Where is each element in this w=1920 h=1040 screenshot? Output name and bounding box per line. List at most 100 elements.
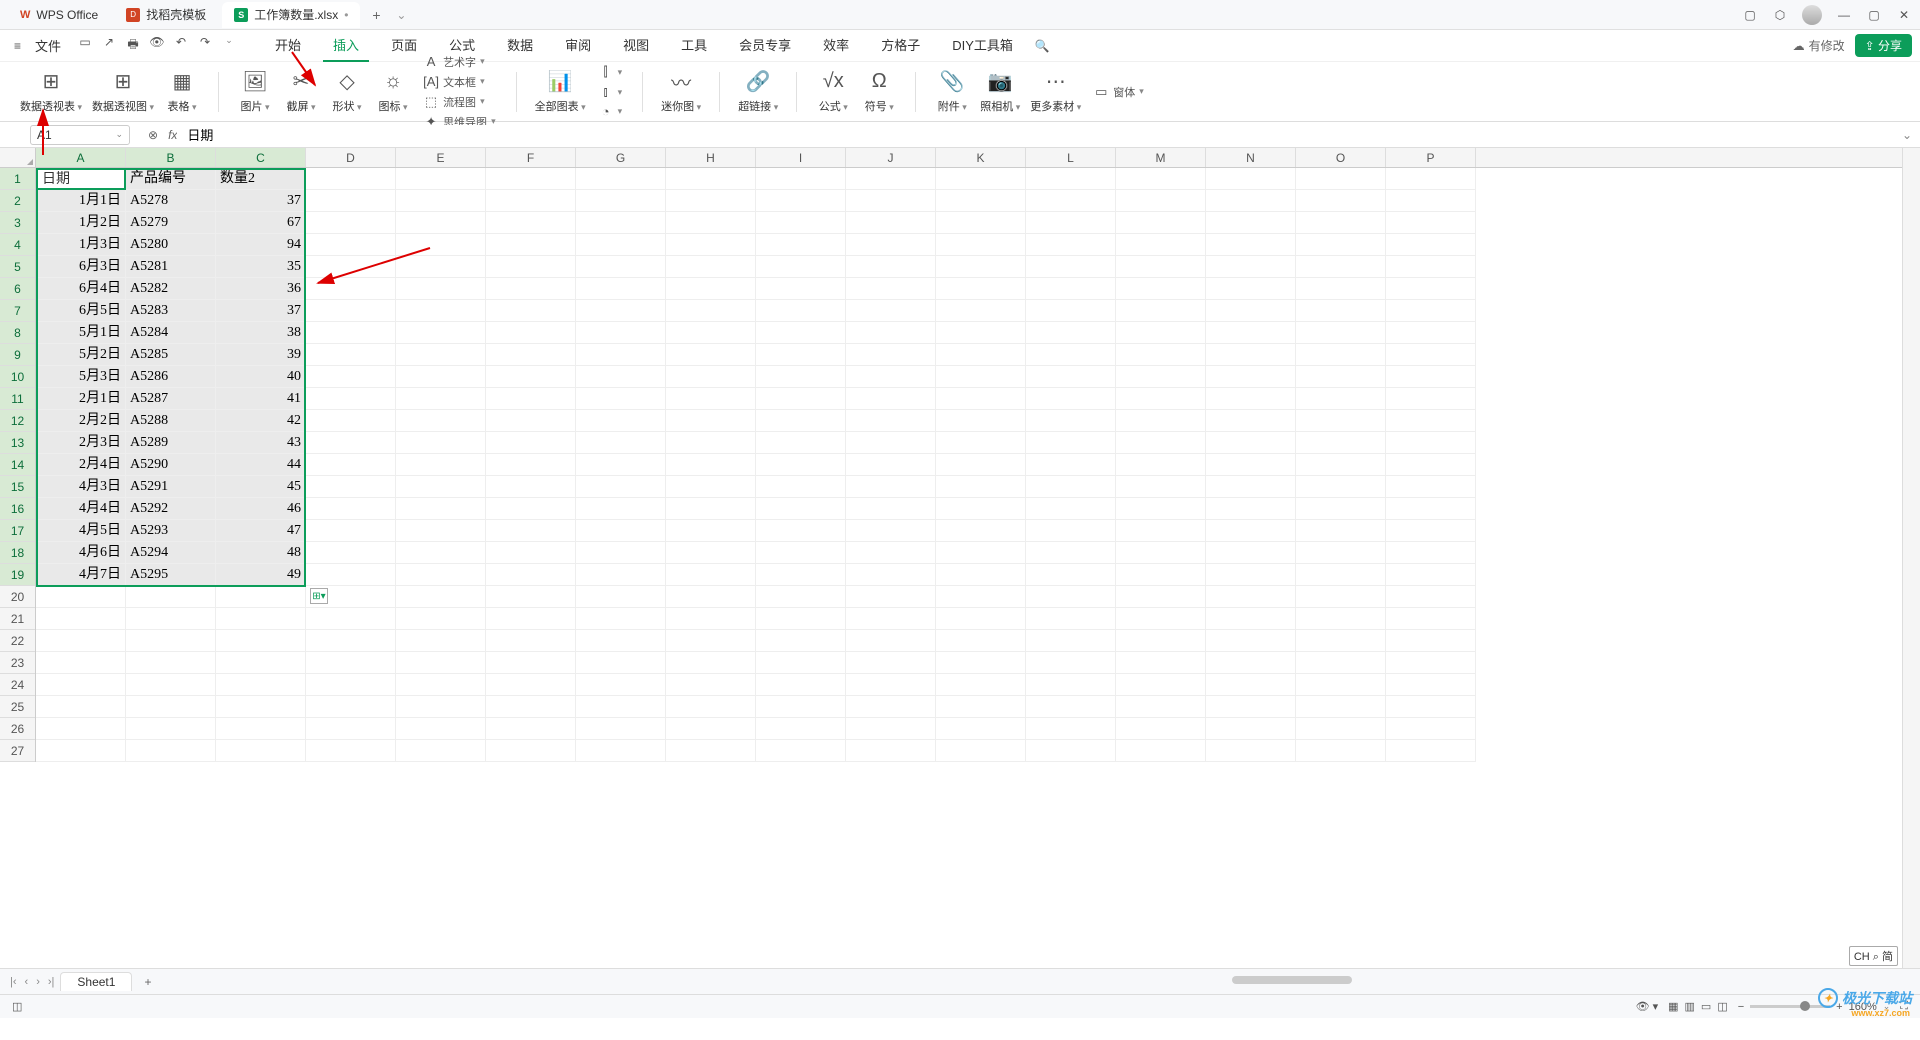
name-box-dropdown-icon[interactable]: ⌄ xyxy=(115,129,123,140)
cell[interactable] xyxy=(1296,344,1386,366)
window-restore-icon[interactable]: ▢ xyxy=(1742,8,1758,22)
row-header-23[interactable]: 23 xyxy=(0,652,35,674)
cell[interactable] xyxy=(576,586,666,608)
cell[interactable] xyxy=(1116,454,1206,476)
cell[interactable]: 1月1日 xyxy=(36,190,126,212)
ribbon-btn-全部图表[interactable]: 📊全部图表 ▾ xyxy=(533,68,588,116)
cell[interactable] xyxy=(846,740,936,762)
cell[interactable] xyxy=(1296,652,1386,674)
cell[interactable] xyxy=(36,586,126,608)
cell[interactable] xyxy=(1206,630,1296,652)
cell[interactable] xyxy=(396,410,486,432)
name-box[interactable]: A1 ⌄ xyxy=(30,125,130,145)
cell[interactable] xyxy=(1296,520,1386,542)
cell[interactable] xyxy=(756,168,846,190)
cell[interactable] xyxy=(306,674,396,696)
zoom-out-icon[interactable]: − xyxy=(1738,1001,1744,1013)
row-header-2[interactable]: 2 xyxy=(0,190,35,212)
cell[interactable] xyxy=(936,542,1026,564)
cell[interactable] xyxy=(666,344,756,366)
ribbon-btn-附件[interactable]: 📎附件 ▾ xyxy=(932,68,972,116)
cell[interactable] xyxy=(396,168,486,190)
row-header-20[interactable]: 20 xyxy=(0,586,35,608)
cell[interactable] xyxy=(936,300,1026,322)
cell[interactable] xyxy=(1386,234,1476,256)
cell[interactable] xyxy=(1026,168,1116,190)
cell[interactable] xyxy=(1206,410,1296,432)
cell[interactable] xyxy=(306,234,396,256)
row-header-9[interactable]: 9 xyxy=(0,344,35,366)
cell[interactable]: A5280 xyxy=(126,234,216,256)
sheet-nav-next-icon[interactable]: › xyxy=(34,976,42,988)
cell[interactable] xyxy=(486,212,576,234)
cell[interactable] xyxy=(1296,388,1386,410)
cell[interactable] xyxy=(486,322,576,344)
cell[interactable] xyxy=(1026,740,1116,762)
cell[interactable] xyxy=(1296,322,1386,344)
cell[interactable] xyxy=(1206,586,1296,608)
cell[interactable] xyxy=(486,542,576,564)
add-tab-button[interactable]: + xyxy=(364,7,388,23)
cell[interactable] xyxy=(1206,696,1296,718)
cell[interactable] xyxy=(666,498,756,520)
cell[interactable] xyxy=(1386,388,1476,410)
cell[interactable] xyxy=(756,322,846,344)
cell[interactable] xyxy=(846,454,936,476)
cell[interactable] xyxy=(936,388,1026,410)
cell[interactable] xyxy=(1386,652,1476,674)
col-header-O[interactable]: O xyxy=(1296,148,1386,167)
cell[interactable]: A5294 xyxy=(126,542,216,564)
view-page-icon[interactable]: ▥ xyxy=(1685,1000,1695,1013)
cell[interactable] xyxy=(576,740,666,762)
cell[interactable]: 4月4日 xyxy=(36,498,126,520)
cell[interactable] xyxy=(666,520,756,542)
row-header-14[interactable]: 14 xyxy=(0,454,35,476)
cell[interactable] xyxy=(1026,652,1116,674)
cell[interactable] xyxy=(1386,300,1476,322)
view-reading-icon[interactable]: ▭ xyxy=(1701,1000,1711,1013)
cell[interactable] xyxy=(576,652,666,674)
ribbon-btn-照相机[interactable]: 📷照相机 ▾ xyxy=(978,68,1022,116)
cell[interactable] xyxy=(396,564,486,586)
cell[interactable] xyxy=(1296,234,1386,256)
cell[interactable] xyxy=(846,608,936,630)
cell[interactable] xyxy=(306,520,396,542)
cell[interactable] xyxy=(36,608,126,630)
cell[interactable] xyxy=(306,498,396,520)
cell[interactable] xyxy=(576,432,666,454)
cell[interactable] xyxy=(1386,586,1476,608)
menu-tab-9[interactable]: 效率 xyxy=(813,29,859,62)
cell[interactable] xyxy=(846,674,936,696)
new-icon[interactable]: ▭ xyxy=(77,35,93,56)
cell[interactable] xyxy=(1116,630,1206,652)
cell[interactable] xyxy=(1296,740,1386,762)
ribbon-btn-文本框[interactable]: [A]文本框 ▾ xyxy=(419,73,500,91)
row-header-4[interactable]: 4 xyxy=(0,234,35,256)
cell[interactable] xyxy=(1296,278,1386,300)
cell[interactable] xyxy=(1206,520,1296,542)
cell[interactable] xyxy=(1026,520,1116,542)
row-header-6[interactable]: 6 xyxy=(0,278,35,300)
cancel-icon[interactable]: ⊗ xyxy=(148,128,158,142)
menu-tab-10[interactable]: 方格子 xyxy=(871,29,930,62)
ribbon-btn-表格[interactable]: ▦表格 ▾ xyxy=(162,68,202,116)
cell[interactable] xyxy=(1386,696,1476,718)
col-header-P[interactable]: P xyxy=(1386,148,1476,167)
cell[interactable] xyxy=(1386,740,1476,762)
cell[interactable] xyxy=(396,696,486,718)
cell[interactable]: 2月3日 xyxy=(36,432,126,454)
cell[interactable] xyxy=(1206,278,1296,300)
cell[interactable] xyxy=(486,674,576,696)
cell[interactable] xyxy=(1296,212,1386,234)
cell[interactable]: A5278 xyxy=(126,190,216,212)
cell[interactable] xyxy=(756,388,846,410)
row-header-25[interactable]: 25 xyxy=(0,696,35,718)
cell[interactable] xyxy=(486,278,576,300)
cell[interactable] xyxy=(486,190,576,212)
cell[interactable] xyxy=(1026,190,1116,212)
ribbon-btn-符号[interactable]: Ω符号 ▾ xyxy=(859,68,899,116)
cell[interactable] xyxy=(576,718,666,740)
cell[interactable] xyxy=(936,344,1026,366)
cell[interactable] xyxy=(666,630,756,652)
sheet-tab[interactable]: Sheet1 xyxy=(60,972,132,991)
